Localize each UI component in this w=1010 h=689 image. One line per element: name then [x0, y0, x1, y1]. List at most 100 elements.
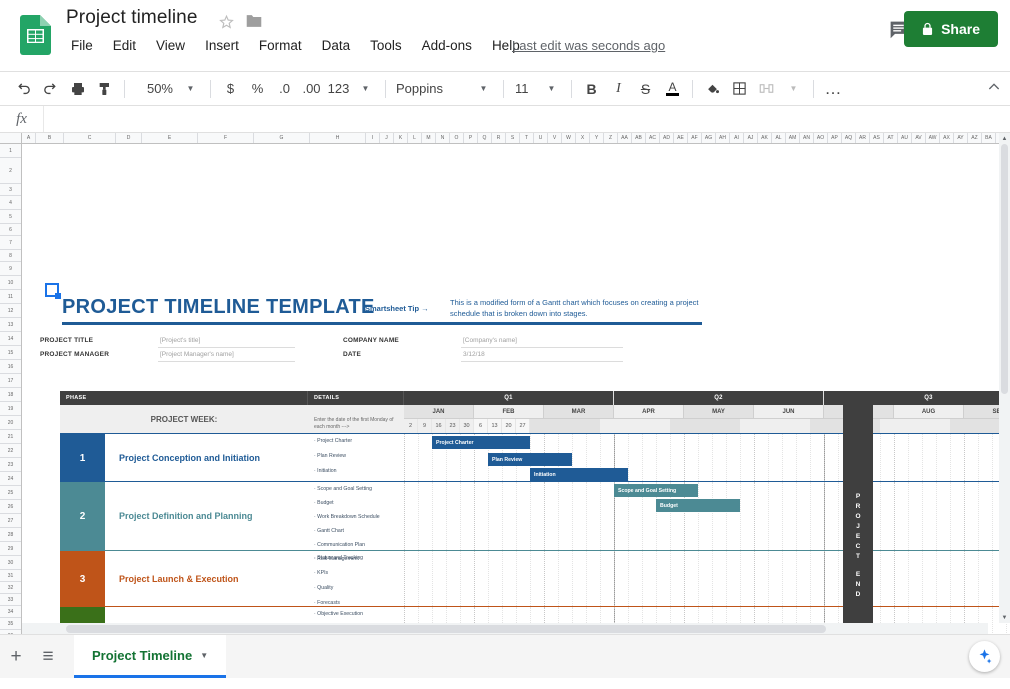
increase-decimal-button[interactable]: .00 — [298, 75, 325, 102]
column-header-BA[interactable]: BA — [982, 133, 996, 143]
row-header-20[interactable]: 20 — [0, 416, 21, 430]
percent-button[interactable]: % — [244, 75, 271, 102]
borders-button[interactable] — [726, 75, 753, 102]
row-header-19[interactable]: 19 — [0, 402, 21, 416]
menu-view[interactable]: View — [153, 36, 188, 55]
timeline-phase-1[interactable]: Project Charter Plan Review Initiation — [404, 434, 1010, 482]
text-color-button[interactable]: A — [659, 75, 686, 102]
gantt-bar-initiation[interactable]: Initiation — [530, 468, 628, 481]
share-button[interactable]: Share — [904, 11, 998, 47]
column-header-AO[interactable]: AO — [814, 133, 828, 143]
font-size-value[interactable]: 11 — [510, 75, 538, 102]
field-date[interactable]: DATE 3/12/18 — [343, 348, 623, 362]
font-family-value[interactable]: Poppins — [392, 75, 470, 102]
row-header-34[interactable]: 34 — [0, 606, 21, 618]
chevron-down-icon[interactable]: ▼ — [538, 75, 565, 102]
column-header-C[interactable]: C — [64, 133, 116, 143]
column-header-L[interactable]: L — [408, 133, 422, 143]
menu-file[interactable]: File — [68, 36, 96, 55]
row-header-28[interactable]: 28 — [0, 528, 21, 542]
column-header-W[interactable]: W — [562, 133, 576, 143]
horizontal-scrollbar[interactable] — [22, 623, 988, 634]
row-header-12[interactable]: 12 — [0, 304, 21, 318]
menu-data[interactable]: Data — [319, 36, 354, 55]
row-header-17[interactable]: 17 — [0, 374, 21, 388]
column-header-K[interactable]: K — [394, 133, 408, 143]
row-header-25[interactable]: 25 — [0, 486, 21, 500]
paint-format-button[interactable] — [91, 75, 118, 102]
row-header-6[interactable]: 6 — [0, 224, 21, 236]
row-header-13[interactable]: 13 — [0, 318, 21, 332]
column-header-AZ[interactable]: AZ — [968, 133, 982, 143]
page-title[interactable]: Project timeline — [66, 7, 197, 29]
row-header-9[interactable]: 9 — [0, 262, 21, 276]
column-header-X[interactable]: X — [576, 133, 590, 143]
chevron-down-icon[interactable]: ▼ — [200, 651, 208, 660]
chevron-down-icon[interactable]: ▼ — [470, 75, 497, 102]
select-all-corner[interactable] — [0, 133, 22, 143]
row-header-32[interactable]: 32 — [0, 582, 21, 594]
column-header-G[interactable]: G — [254, 133, 310, 143]
row-header-24[interactable]: 24 — [0, 472, 21, 486]
scroll-up-button[interactable]: ▲ — [999, 133, 1010, 144]
column-header-A[interactable]: A — [22, 133, 36, 143]
column-header-AF[interactable]: AF — [688, 133, 702, 143]
chevron-down-icon[interactable]: ▼ — [352, 75, 379, 102]
menu-format[interactable]: Format — [256, 36, 305, 55]
formula-input[interactable] — [44, 106, 1010, 132]
collapse-toolbar-button[interactable] — [986, 79, 1002, 100]
column-header-AI[interactable]: AI — [730, 133, 744, 143]
undo-button[interactable] — [10, 75, 37, 102]
column-header-R[interactable]: R — [492, 133, 506, 143]
column-header-O[interactable]: O — [450, 133, 464, 143]
all-sheets-button[interactable]: ≡ — [32, 635, 64, 678]
row-header-29[interactable]: 29 — [0, 542, 21, 556]
column-header-AL[interactable]: AL — [772, 133, 786, 143]
timeline-phase-2[interactable]: Scope and Goal Setting Budget — [404, 482, 1010, 551]
row-header-10[interactable]: 10 — [0, 276, 21, 290]
vertical-scroll-thumb[interactable] — [1001, 144, 1008, 394]
number-format-button[interactable]: 123 — [325, 75, 352, 102]
row-header-31[interactable]: 31 — [0, 570, 21, 582]
bold-button[interactable]: B — [578, 75, 605, 102]
row-header-8[interactable]: 8 — [0, 250, 21, 262]
row-header-7[interactable]: 7 — [0, 236, 21, 250]
chevron-down-icon[interactable]: ▼ — [780, 75, 807, 102]
row-header-30[interactable]: 30 — [0, 556, 21, 570]
column-header-AD[interactable]: AD — [660, 133, 674, 143]
menu-edit[interactable]: Edit — [110, 36, 139, 55]
row-header-16[interactable]: 16 — [0, 360, 21, 374]
column-header-AX[interactable]: AX — [940, 133, 954, 143]
menu-insert[interactable]: Insert — [202, 36, 242, 55]
decrease-decimal-button[interactable]: .0 — [271, 75, 298, 102]
column-header-Q[interactable]: Q — [478, 133, 492, 143]
sheet-tab-project-timeline[interactable]: Project Timeline ▼ — [74, 635, 227, 678]
column-header-J[interactable]: J — [380, 133, 394, 143]
column-header-AC[interactable]: AC — [646, 133, 660, 143]
column-header-AY[interactable]: AY — [954, 133, 968, 143]
gantt-bar-plan-review[interactable]: Plan Review — [488, 453, 572, 466]
row-header-26[interactable]: 26 — [0, 500, 21, 514]
sheet-canvas[interactable]: PROJECT TIMELINE TEMPLATE Smartsheet Tip… — [22, 144, 1010, 634]
column-header-V[interactable]: V — [548, 133, 562, 143]
redo-button[interactable] — [37, 75, 64, 102]
zoom-value[interactable]: 50% — [131, 75, 177, 102]
explore-button[interactable] — [969, 641, 1000, 672]
row-header-4[interactable]: 4 — [0, 196, 21, 210]
column-header-N[interactable]: N — [436, 133, 450, 143]
row-header-23[interactable]: 23 — [0, 458, 21, 472]
column-header-E[interactable]: E — [142, 133, 198, 143]
row-header-11[interactable]: 11 — [0, 290, 21, 304]
column-header-AJ[interactable]: AJ — [744, 133, 758, 143]
column-header-D[interactable]: D — [116, 133, 142, 143]
column-header-AA[interactable]: AA — [618, 133, 632, 143]
column-header-AG[interactable]: AG — [702, 133, 716, 143]
column-header-AN[interactable]: AN — [800, 133, 814, 143]
menu-tools[interactable]: Tools — [367, 36, 405, 55]
column-header-AU[interactable]: AU — [898, 133, 912, 143]
row-header-27[interactable]: 27 — [0, 514, 21, 528]
field-company-name[interactable]: COMPANY NAME [Company's name] — [343, 334, 623, 348]
currency-button[interactable]: $ — [217, 75, 244, 102]
column-header-AV[interactable]: AV — [912, 133, 926, 143]
row-header-15[interactable]: 15 — [0, 346, 21, 360]
